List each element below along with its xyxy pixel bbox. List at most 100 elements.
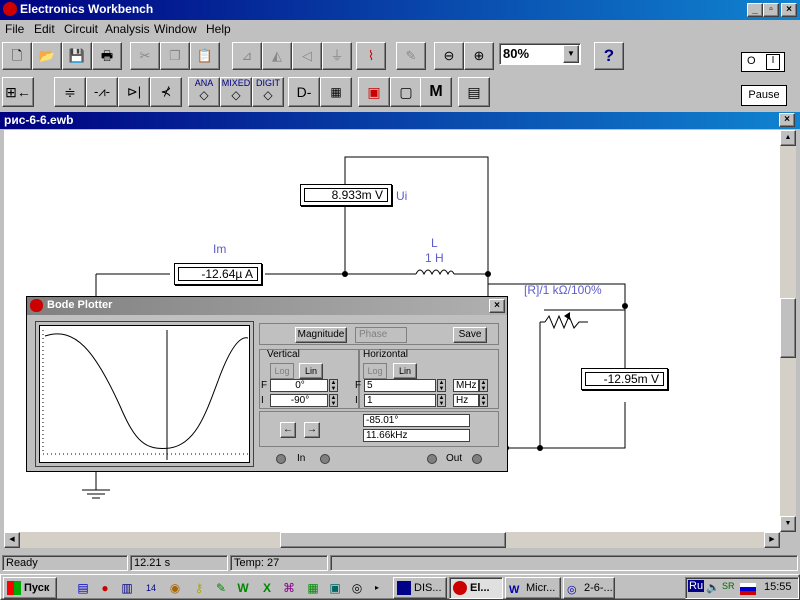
bode-plot[interactable] [39,325,250,463]
document-close-button[interactable]: × [779,113,795,127]
create-subcircuit-button[interactable]: ⌇ [356,42,386,70]
help-button[interactable]: ? [594,42,624,70]
cursor-left-button[interactable]: ← [280,422,296,438]
menu-window[interactable]: Window [154,22,197,36]
vertical-scrollbar[interactable]: ▲ ▼ [780,130,796,532]
phase-button[interactable]: Phase [355,327,407,343]
horizontal-initial-field[interactable]: 1 [364,394,436,407]
bode-close-button[interactable]: × [489,299,505,313]
scroll-down-button[interactable]: ▼ [780,516,796,532]
quicklaunch-icon-5[interactable]: ◉ [167,580,183,596]
voltmeter-out[interactable]: -12.95m V [581,368,668,390]
quicklaunch-icon-6[interactable]: ⚷ [191,580,207,596]
quicklaunch-icon-8[interactable]: W [235,580,251,596]
scroll-right-button[interactable]: ▶ [764,532,780,548]
horizontal-lin-button[interactable]: Lin [393,363,417,379]
quicklaunch-more-icon[interactable]: ▸ [369,580,385,596]
horizontal-final-spinner[interactable]: ▲ ▼ [437,379,446,392]
parts-bin-controls-button[interactable]: ▢ [390,77,422,107]
start-button[interactable]: Пуск [3,577,57,599]
bode-plotter-title-bar[interactable]: Bode Plotter × [27,297,507,315]
component-properties-button[interactable]: ⏚ [322,42,352,70]
menu-analysis[interactable]: Analysis [105,22,150,36]
save-file-button[interactable]: 💾 [62,42,92,70]
parts-bin-basic-button[interactable]: -⩘- [86,77,118,107]
zoom-out-button[interactable]: ⊖ [434,42,464,70]
quicklaunch-icon-7[interactable]: ✎ [213,580,229,596]
voltmeter-ui[interactable]: 8.933m V [300,184,392,206]
menu-edit[interactable]: Edit [34,22,55,36]
parts-bin-sources-button[interactable]: ≑ [54,77,86,107]
horizontal-scroll-thumb[interactable] [280,532,506,548]
quicklaunch-icon-10[interactable]: ⌘ [281,580,297,596]
in-terminal-minus[interactable] [320,454,330,464]
volume-icon[interactable]: 🔈 [706,581,720,594]
copy-button[interactable]: ❐ [160,42,190,70]
russian-flag-icon[interactable] [740,583,756,595]
clock[interactable]: 15:55 [764,581,792,593]
parts-bin-mixed-ic-button[interactable]: MIXED ◇ [220,77,252,107]
task-doc[interactable]: ◎ 2-6-... [563,577,615,599]
horizontal-initial-unit-spinner[interactable]: ▲ ▼ [479,394,488,407]
out-terminal-plus[interactable] [427,454,437,464]
task-electronics-workbench[interactable]: El... [449,577,503,599]
vertical-final-spinner[interactable]: ▲ ▼ [329,379,338,392]
quicklaunch-icon-3[interactable]: ▥ [119,580,135,596]
rotate-button[interactable]: ⊿ [232,42,262,70]
parts-bin-transistors-button[interactable]: ⊀ [150,77,182,107]
pause-button[interactable]: Pause [741,85,787,106]
app-title-bar[interactable]: Electronics Workbench _ ▫ × [0,0,800,20]
horizontal-final-unit[interactable]: MHz [453,379,479,392]
parts-bin-digital-ic-button[interactable]: DIGIT ◇ [252,77,284,107]
parts-bin-indicators-button[interactable]: ▣ [358,77,390,107]
parts-bin-analog-ic-button[interactable]: ANA ◇ [188,77,220,107]
vertical-lin-button[interactable]: Lin [299,363,323,379]
zoom-select[interactable]: 80% ▼ [499,43,581,65]
print-button[interactable]: 🖶 [92,42,122,70]
vertical-final-field[interactable]: 0° [270,379,328,392]
task-microsoft-word[interactable]: W Micr... [505,577,561,599]
restore-button[interactable]: ▫ [763,3,779,17]
vertical-log-button[interactable]: Log [270,363,294,379]
out-terminal-minus[interactable] [472,454,482,464]
app-icon[interactable] [3,2,17,16]
in-terminal-plus[interactable] [276,454,286,464]
horizontal-final-field[interactable]: 5 [364,379,436,392]
save-button[interactable]: Save [453,327,487,343]
cursor-right-button[interactable]: → [304,422,320,438]
parts-bin-digital-button[interactable]: ▦ [320,77,352,107]
parts-bin-instruments-button[interactable]: ▤ [458,77,490,107]
parts-bin-misc-button[interactable]: M [420,77,452,107]
menu-circuit[interactable]: Circuit [64,22,98,36]
quicklaunch-icon-13[interactable]: ◎ [349,580,365,596]
minimize-button[interactable]: _ [747,3,763,17]
quicklaunch-icon-1[interactable]: ▤ [75,580,91,596]
scroll-up-button[interactable]: ▲ [780,130,796,146]
vertical-initial-field[interactable]: -90° [270,394,328,407]
tray-app-icon[interactable]: SR [722,581,735,591]
vertical-initial-spinner[interactable]: ▲ ▼ [329,394,338,407]
horizontal-final-unit-spinner[interactable]: ▲ ▼ [479,379,488,392]
quicklaunch-icon-12[interactable]: ▣ [327,580,343,596]
parts-bin-favorites-button[interactable]: ⊞← [2,77,34,107]
horizontal-log-button[interactable]: Log [363,363,387,379]
document-title-bar[interactable]: рис-6-6.ewb × [0,112,800,129]
flip-vertical-button[interactable]: ◁ [292,42,322,70]
zoom-in-button[interactable]: ⊕ [464,42,494,70]
chevron-down-icon[interactable]: ▼ [563,45,579,63]
close-button[interactable]: × [781,3,797,17]
quicklaunch-icon-11[interactable]: ▦ [305,580,321,596]
scroll-left-button[interactable]: ◀ [4,532,20,548]
graph-button[interactable]: ✎ [396,42,426,70]
ammeter-im[interactable]: -12.64µ A [174,263,262,285]
task-dis[interactable]: DIS... [393,577,447,599]
menu-file[interactable]: File [5,22,24,36]
paste-button[interactable]: 📋 [190,42,220,70]
parts-bin-diodes-button[interactable]: ⊳| [118,77,150,107]
horizontal-scrollbar[interactable]: ◀ ▶ [4,532,780,548]
quicklaunch-icon-9[interactable]: X [259,580,275,596]
quicklaunch-icon-2[interactable]: ● [97,580,113,596]
horizontal-initial-unit[interactable]: Hz [453,394,479,407]
magnitude-button[interactable]: Magnitude [295,327,347,343]
new-file-button[interactable]: 🗋 [2,42,32,70]
